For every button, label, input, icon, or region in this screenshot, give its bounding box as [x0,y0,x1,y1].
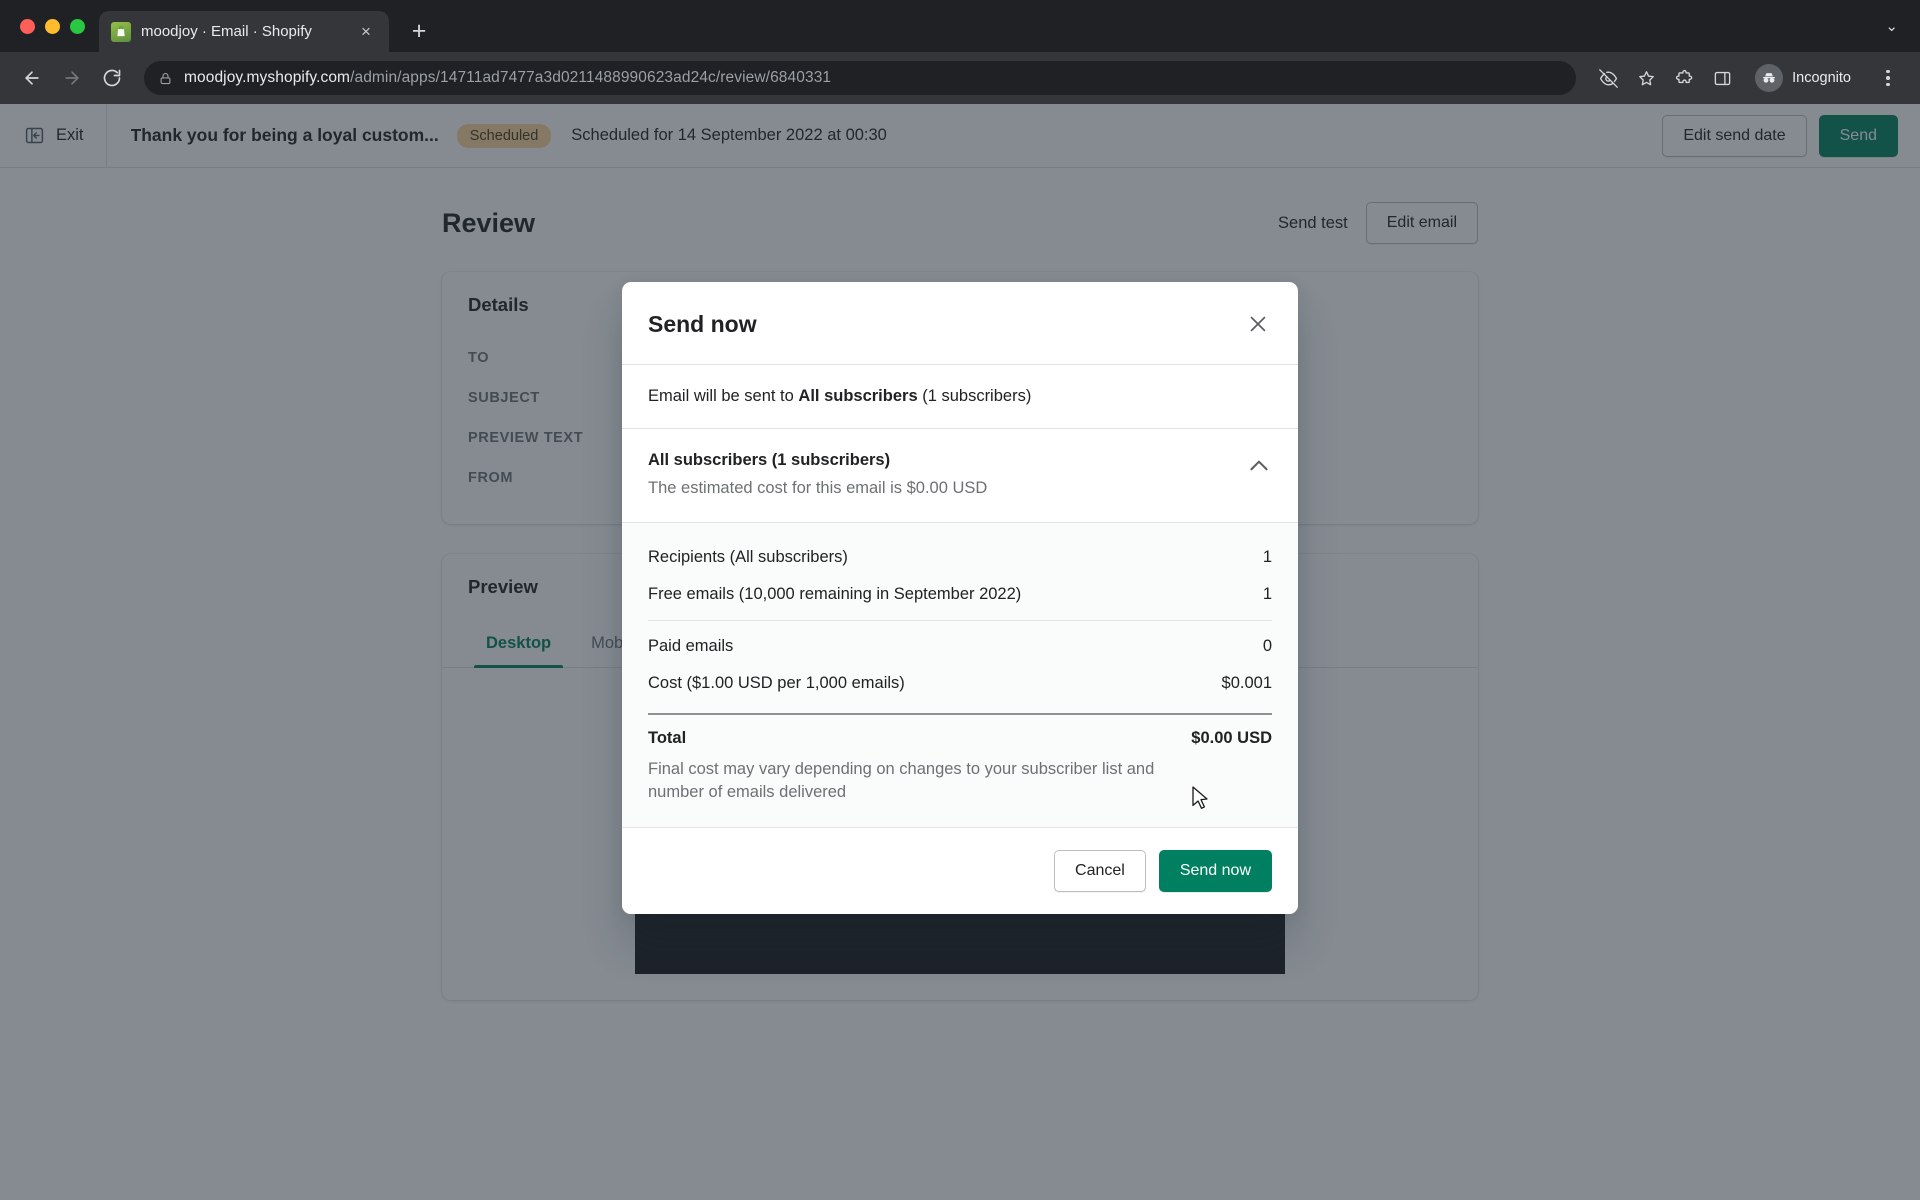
modal-title: Send now [648,310,757,337]
tabstrip-right-cluster: ⌄ [1877,0,1920,52]
breakdown-value: $0.001 [1221,674,1272,692]
sent-to-audience: All subscribers [798,387,918,405]
cost-breakdown: Recipients (All subscribers) 1 Free emai… [622,523,1298,827]
eye-off-icon[interactable] [1590,60,1626,96]
audience-accordion-header[interactable]: All subscribers (1 subscribers) The esti… [622,429,1298,523]
minimize-window-button[interactable] [45,18,60,34]
page-viewport: Exit Thank you for being a loyal custom.… [0,104,1920,1200]
send-now-modal: Send now Email will be sent to All subsc… [622,282,1298,914]
modal-footer: Cancel Send now [622,826,1298,914]
total-label: Total [648,729,687,747]
breakdown-value: 1 [1262,585,1272,603]
address-bar-url: moodjoy.myshopify.com/admin/apps/14711ad… [184,69,831,87]
sent-to-text: Email will be sent to All subscribers (1… [648,387,1272,406]
modal-audience-summary: Email will be sent to All subscribers (1… [622,365,1298,429]
side-panel-icon[interactable] [1704,60,1740,96]
total-value: $0.00 USD [1191,729,1272,747]
breakdown-label: Recipients (All subscribers) [648,548,848,566]
breakdown-label: Cost ($1.00 USD per 1,000 emails) [648,674,905,692]
window-traffic-lights [16,0,99,52]
sent-to-prefix: Email will be sent to [648,387,799,405]
back-arrow-icon[interactable] [14,60,50,96]
toolbar-icon-cluster: Incognito [1590,60,1906,96]
breakdown-row-recipients: Recipients (All subscribers) 1 [648,539,1272,576]
breakdown-value: 1 [1262,548,1272,566]
breakdown-label: Paid emails [648,637,734,655]
three-dot-menu-icon[interactable] [1870,60,1906,96]
accordion-text: All subscribers (1 subscribers) The esti… [648,451,1246,498]
close-window-button[interactable] [20,18,35,34]
lock-icon [158,71,173,86]
puzzle-piece-icon[interactable] [1666,60,1702,96]
tab-search-chevron-down-icon[interactable]: ⌄ [1877,9,1906,43]
incognito-avatar-icon [1755,64,1784,92]
breakdown-value: 0 [1262,637,1272,655]
new-tab-button[interactable]: + [401,13,437,49]
address-bar-path: /admin/apps/14711ad7477a3d0211488990623a… [350,69,832,86]
modal-overlay[interactable]: Send now Email will be sent to All subsc… [0,104,1920,1200]
browser-tabstrip: moodjoy · Email · Shopify × + ⌄ [0,0,1920,52]
address-bar[interactable]: moodjoy.myshopify.com/admin/apps/14711ad… [144,61,1577,95]
breakdown-row-paid-emails: Paid emails 0 [648,628,1272,665]
close-tab-button[interactable]: × [355,21,377,43]
breakdown-total-row: Total $0.00 USD [648,721,1272,752]
close-icon[interactable] [1242,308,1274,340]
breakdown-label: Free emails (10,000 remaining in Septemb… [648,585,1022,603]
shopify-bag-icon [111,21,131,42]
breakdown-divider [648,620,1272,621]
modal-header: Send now [622,282,1298,365]
star-icon[interactable] [1628,60,1664,96]
reload-icon[interactable] [94,60,130,96]
breakdown-row-cost: Cost ($1.00 USD per 1,000 emails) $0.001 [648,665,1272,702]
maximize-window-button[interactable] [70,18,85,34]
browser-tab[interactable]: moodjoy · Email · Shopify × [99,11,389,52]
profile-incognito-chip[interactable]: Incognito [1750,60,1864,96]
forward-arrow-icon[interactable] [54,60,90,96]
breakdown-note: Final cost may vary depending on changes… [648,760,1155,802]
chevron-up-icon[interactable] [1246,453,1272,479]
breakdown-total-divider [648,713,1272,715]
incognito-label: Incognito [1792,70,1851,86]
breakdown-row-free-emails: Free emails (10,000 remaining in Septemb… [648,576,1272,613]
cancel-button[interactable]: Cancel [1054,849,1146,892]
send-now-confirm-button[interactable]: Send now [1158,849,1272,892]
accordion-subtitle: The estimated cost for this email is $0.… [648,479,988,497]
browser-toolbar: moodjoy.myshopify.com/admin/apps/14711ad… [0,52,1920,104]
browser-window: moodjoy · Email · Shopify × + ⌄ moodjoy.… [0,0,1920,1200]
address-bar-host: moodjoy.myshopify.com [184,69,351,86]
accordion-title: All subscribers (1 subscribers) [648,451,891,469]
sent-to-suffix: (1 subscribers) [917,387,1032,405]
browser-tab-title: moodjoy · Email · Shopify [141,23,312,40]
